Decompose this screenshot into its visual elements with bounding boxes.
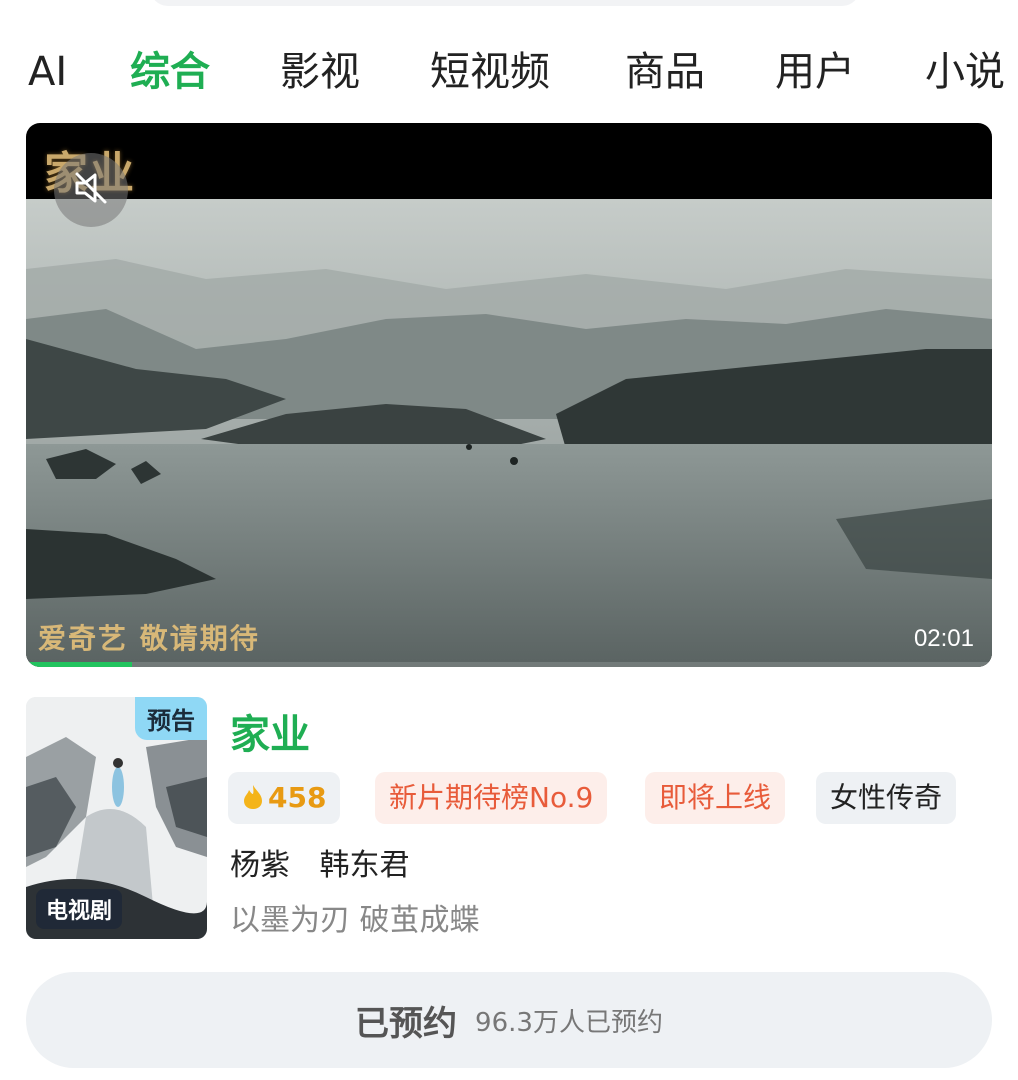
tab-novels[interactable]: 小说 bbox=[925, 40, 1005, 104]
reserve-button[interactable]: 已预约 96.3万人已预约 bbox=[26, 972, 992, 1068]
cast-list: 杨紫 韩东君 bbox=[230, 840, 430, 884]
genre-chip[interactable]: 女性传奇 bbox=[816, 772, 957, 824]
category-tabs: AI 综合 影视 短视频 商品 用户 小说 bbox=[0, 40, 1018, 110]
ranking-chip[interactable]: 新片期待榜No.9 bbox=[375, 772, 608, 824]
cast-member[interactable]: 杨紫 bbox=[230, 848, 290, 883]
tab-short-video[interactable]: 短视频 bbox=[430, 40, 550, 104]
release-status-chip: 即将上线 bbox=[645, 772, 786, 824]
tab-goods[interactable]: 商品 bbox=[625, 40, 705, 104]
volume-off-icon bbox=[69, 166, 113, 214]
tagline: 以墨为刃 破茧成蝶 bbox=[230, 903, 480, 938]
trailer-badge: 预告 bbox=[135, 697, 207, 740]
mute-button[interactable] bbox=[54, 153, 128, 227]
video-duration: 02:01 bbox=[913, 625, 974, 652]
content-type-badge: 电视剧 bbox=[36, 889, 123, 929]
video-progress-fill bbox=[26, 662, 133, 667]
tab-film-tv[interactable]: 影视 bbox=[280, 40, 360, 104]
flame-icon bbox=[242, 772, 264, 824]
item-title[interactable]: 家业 bbox=[230, 702, 310, 760]
hot-score-value: 458 bbox=[268, 781, 327, 814]
cast-member[interactable]: 韩东君 bbox=[320, 848, 410, 883]
reserve-label: 已预约 bbox=[355, 1003, 458, 1044]
video-frame bbox=[26, 199, 992, 667]
search-bar[interactable] bbox=[150, 0, 860, 6]
video-caption: 爱奇艺 敬请期待 bbox=[38, 622, 260, 655]
hot-score-chip: 458 bbox=[228, 772, 341, 824]
reserve-count: 96.3万人已预约 bbox=[475, 1007, 663, 1038]
poster-thumbnail[interactable]: 预告 电视剧 bbox=[26, 697, 207, 939]
tab-all[interactable]: 综合 bbox=[130, 40, 210, 104]
tab-ai[interactable]: AI bbox=[28, 40, 67, 104]
video-player[interactable]: 家业 爱奇艺 敬请期待 02:01 bbox=[26, 123, 992, 667]
video-progress-track[interactable] bbox=[26, 662, 992, 667]
tab-users[interactable]: 用户 bbox=[775, 40, 855, 104]
